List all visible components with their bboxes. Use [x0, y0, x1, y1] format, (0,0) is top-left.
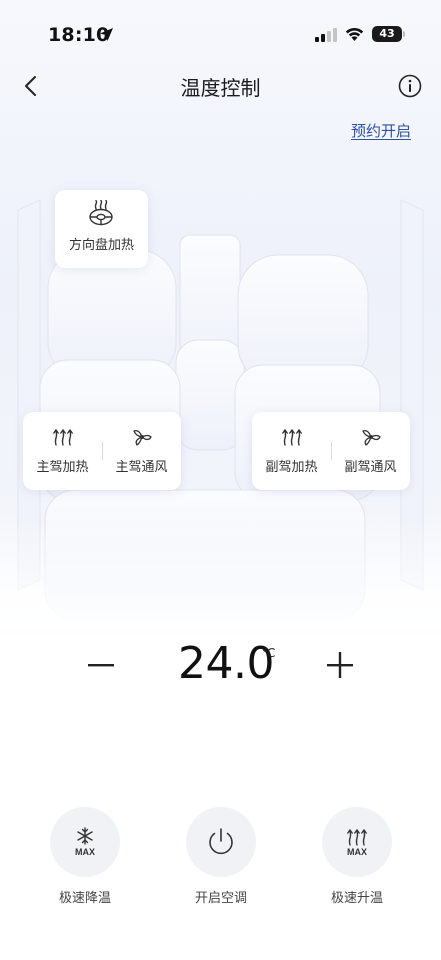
steering-heat-icon [89, 200, 113, 226]
steering-wheel-heat-button[interactable]: 方向盘加热 [55, 190, 148, 268]
rapid-heat-button[interactable]: MAX 极速升温 [312, 807, 402, 906]
temperature-value: 24.0 [178, 638, 274, 689]
svg-text:MAX: MAX [75, 847, 95, 857]
driver-vent-label: 主驾通风 [115, 460, 168, 475]
rapid-heat-circle: MAX [322, 807, 392, 877]
heat-max-icon: MAX [347, 828, 367, 857]
passenger-heat-button[interactable]: 副驾加热 [252, 412, 331, 490]
driver-heat-button[interactable]: 主驾加热 [23, 412, 102, 490]
fan-icon [133, 429, 152, 446]
power-icon [209, 828, 233, 855]
fan-icon [362, 429, 381, 446]
driver-seat-card: 主驾加热 主驾通风 [23, 412, 181, 490]
snowflake-max-icon: MAX [75, 827, 95, 857]
heat-waves-icon [282, 428, 302, 446]
rapid-cool-label: 极速降温 [58, 891, 111, 906]
passenger-vent-label: 副驾通风 [344, 460, 397, 475]
wifi-icon [345, 27, 364, 41]
passenger-vent-button[interactable]: 副驾通风 [331, 412, 410, 490]
status-bar: 18:10 43 [0, 0, 441, 70]
battery-tip [403, 31, 405, 37]
schedule-link[interactable]: 预约开启 [351, 120, 411, 141]
rapid-cool-circle: MAX [50, 807, 120, 877]
passenger-heat-label: 副驾加热 [265, 460, 318, 475]
ac-power-label: 开启空调 [194, 891, 247, 906]
page-title: 温度控制 [180, 76, 261, 100]
temperature-decrease-button[interactable] [86, 648, 116, 682]
temperature-increase-button[interactable] [325, 648, 355, 682]
cellular-signal-icon [315, 28, 337, 42]
temperature-unit: ℃ [262, 646, 276, 660]
rapid-cool-button[interactable]: MAX 极速降温 [40, 807, 130, 906]
rapid-heat-label: 极速升温 [330, 891, 383, 906]
driver-vent-button[interactable]: 主驾通风 [102, 412, 181, 490]
passenger-seat-card: 副驾加热 副驾通风 [252, 412, 410, 490]
battery-icon: 43 [372, 26, 402, 42]
ac-power-button[interactable]: 开启空调 [176, 807, 266, 906]
heat-waves-icon [53, 428, 73, 446]
ac-power-circle [186, 807, 256, 877]
driver-heat-label: 主驾加热 [36, 460, 89, 475]
svg-text:MAX: MAX [347, 847, 367, 857]
location-arrow-icon [100, 28, 113, 41]
steering-heat-label: 方向盘加热 [68, 238, 134, 253]
info-icon[interactable] [398, 74, 422, 98]
